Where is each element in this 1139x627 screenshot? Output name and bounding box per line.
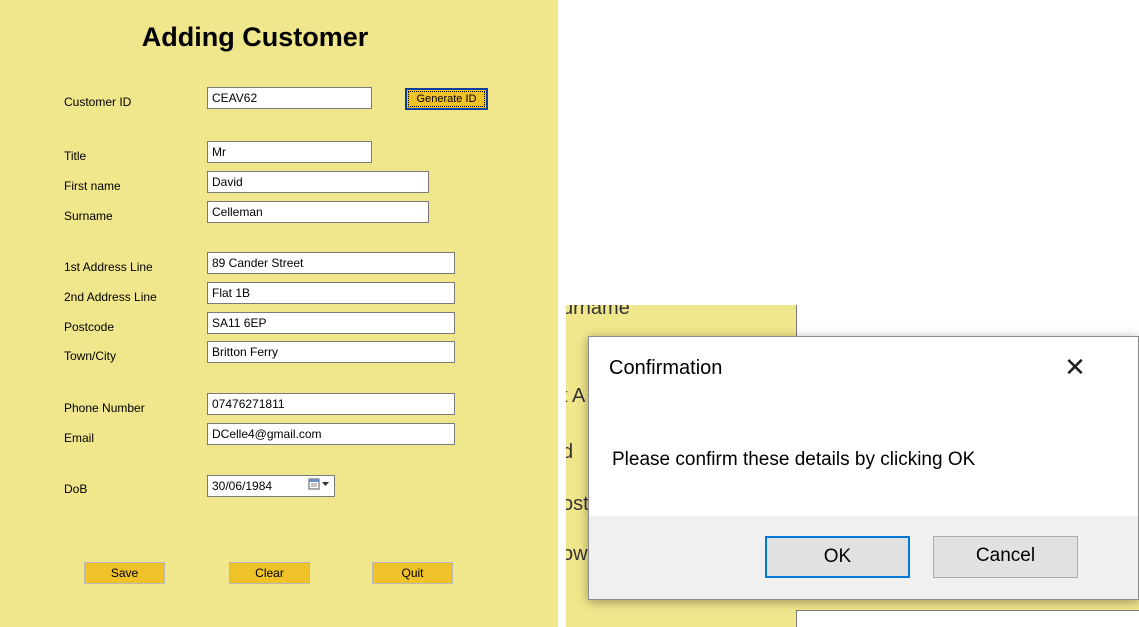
postcode-label: Postcode [64,320,115,334]
cancel-button[interactable]: Cancel [933,536,1078,578]
confirmation-dialog: Confirmation ✕ Please confirm these deta… [588,336,1139,600]
address1-label-fragment: t A [566,385,586,407]
chevron-down-icon [322,482,329,486]
generate-id-button[interactable]: Generate ID [405,88,488,110]
clear-button[interactable]: Clear [229,562,310,584]
address2-label: 2nd Address Line [64,290,157,304]
ok-button[interactable]: OK [765,536,910,578]
background-field [796,610,1139,627]
email-field[interactable]: DCelle4@gmail.com [207,423,455,445]
title-label: Title [64,149,87,163]
first-name-label: First name [64,179,121,193]
address1-field[interactable]: 89 Cander Street [207,252,455,274]
surname-label-fragment: urname [566,305,630,319]
calendar-icon [308,478,329,490]
address1-label: 1st Address Line [64,260,153,274]
page-title: Adding Customer [141,22,369,52]
postcode-field[interactable]: SA11 6EP [207,312,455,334]
first-name-field[interactable]: David [207,171,429,193]
dob-value: 30/06/1984 [212,479,273,493]
customer-id-label: Customer ID [64,95,132,109]
town-label: Town/City [64,349,117,363]
surname-field[interactable]: Celleman [207,201,429,223]
postcode-label-fragment: ost [566,493,589,515]
add-customer-form: Adding Customer Customer ID CEAV62 Gener… [0,0,558,627]
dialog-footer: OK Cancel [589,516,1138,599]
phone-field[interactable]: 07476271811 [207,393,455,415]
surname-label: Surname [64,209,113,223]
dob-picker[interactable]: 30/06/1984 [207,475,335,497]
dob-label: DoB [64,482,88,496]
dialog-message: Please confirm these details by clicking… [612,449,976,470]
address2-label-fragment: d [566,441,574,463]
save-button[interactable]: Save [84,562,165,584]
address2-field[interactable]: Flat 1B [207,282,455,304]
quit-button[interactable]: Quit [372,562,453,584]
dialog-title: Confirmation [609,357,723,379]
title-field[interactable]: Mr [207,141,372,163]
close-icon[interactable]: ✕ [1055,347,1095,387]
calendar-dropdown-icon[interactable] [308,478,330,493]
phone-label: Phone Number [64,401,145,415]
customer-id-field[interactable]: CEAV62 [207,87,372,109]
background-field [796,305,1139,337]
email-label: Email [64,431,95,445]
town-field[interactable]: Britton Ferry [207,341,455,363]
